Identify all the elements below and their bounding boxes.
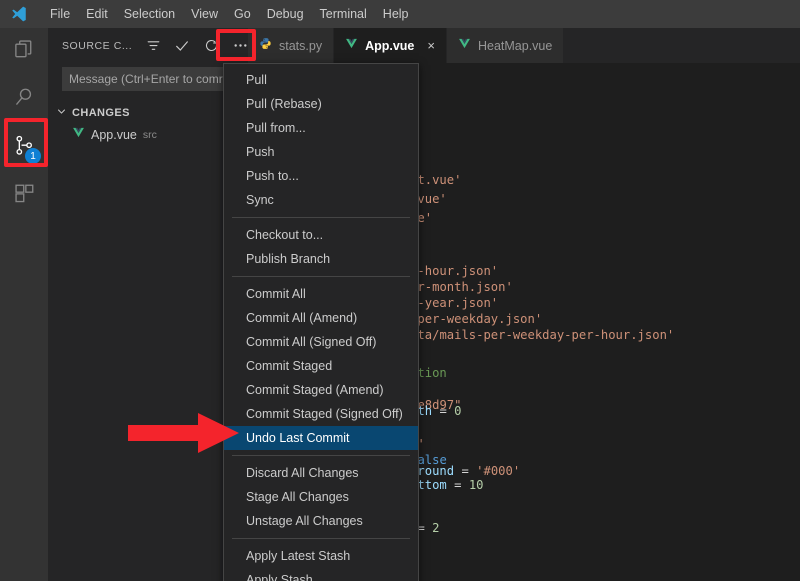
tab-label: HeatMap.vue xyxy=(478,39,552,53)
tab-heatmap-vue[interactable]: HeatMap.vue xyxy=(447,28,564,63)
menu-item-commit-all-signed-off[interactable]: Commit All (Signed Off) xyxy=(224,330,418,354)
menu-item-publish-branch[interactable]: Publish Branch xyxy=(224,247,418,271)
menu-selection[interactable]: Selection xyxy=(116,3,183,25)
vscode-logo-icon xyxy=(6,4,32,24)
tab-label: App.vue xyxy=(365,39,414,53)
change-file-dir: src xyxy=(143,129,157,141)
commit-message-placeholder: Message (Ctrl+Enter to comr xyxy=(69,72,223,86)
close-icon[interactable]: × xyxy=(427,39,435,52)
menu-view[interactable]: View xyxy=(183,3,226,25)
menu-help[interactable]: Help xyxy=(375,3,417,25)
menu-item-apply-stash[interactable]: Apply Stash... xyxy=(224,568,418,581)
source-control-badge: 1 xyxy=(25,148,41,164)
menu-item-unstage-all-changes[interactable]: Unstage All Changes xyxy=(224,509,418,533)
python-file-icon xyxy=(259,37,272,55)
filter-icon[interactable] xyxy=(144,37,162,55)
menu-go[interactable]: Go xyxy=(226,3,259,25)
menu-separator xyxy=(232,538,410,539)
activity-bar: 1 xyxy=(0,28,48,581)
code-token: = xyxy=(417,521,432,535)
code-token: 10 xyxy=(469,478,484,492)
menu-item-commit-staged[interactable]: Commit Staged xyxy=(224,354,418,378)
source-control-sidebar: SOURCE C... xyxy=(48,28,248,581)
menu-item-commit-all-amend[interactable]: Commit All (Amend) xyxy=(224,306,418,330)
menu-item-commit-staged-signed-off[interactable]: Commit Staged (Signed Off) xyxy=(224,402,418,426)
menu-item-push-to[interactable]: Push to... xyxy=(224,164,418,188)
code-token: 2 xyxy=(432,521,439,535)
code-token: './data/mails-per-weekday-per-hour.json' xyxy=(381,328,675,342)
menu-debug[interactable]: Debug xyxy=(259,3,312,25)
vue-file-icon xyxy=(72,126,85,144)
menu-item-apply-latest-stash[interactable]: Apply Latest Stash xyxy=(224,544,418,568)
menu-item-pull[interactable]: Pull xyxy=(224,68,418,92)
menu-item-undo-last-commit[interactable]: Undo Last Commit xyxy=(224,426,418,450)
source-control-actions xyxy=(144,37,249,55)
menu-item-sync[interactable]: Sync xyxy=(224,188,418,212)
git-actions-context-menu[interactable]: PullPull (Rebase)Pull from...PushPush to… xyxy=(223,63,419,581)
menu-separator xyxy=(232,276,410,277)
files-icon xyxy=(13,38,36,66)
code-token: 0 xyxy=(454,404,461,418)
vue-file-icon xyxy=(458,37,471,55)
change-file-name: App.vue xyxy=(91,128,137,142)
extensions-icon xyxy=(13,182,36,210)
tab-bar: stats.py App.vue × xyxy=(248,28,800,63)
menu-item-commit-all[interactable]: Commit All xyxy=(224,282,418,306)
chevron-down-icon xyxy=(56,106,67,120)
tab-label: stats.py xyxy=(279,39,322,53)
vue-file-icon xyxy=(345,37,358,55)
menu-bar: File Edit Selection View Go Debug Termin… xyxy=(0,0,800,28)
menu-item-pull-from[interactable]: Pull from... xyxy=(224,116,418,140)
check-icon[interactable] xyxy=(173,37,191,55)
menu-terminal[interactable]: Terminal xyxy=(312,3,375,25)
changes-section-header[interactable]: CHANGES xyxy=(48,102,248,124)
menu-item-checkout-to[interactable]: Checkout to... xyxy=(224,223,418,247)
menu-edit[interactable]: Edit xyxy=(78,3,116,25)
changes-section-label: CHANGES xyxy=(72,107,130,119)
activitybar-item-explorer[interactable] xyxy=(0,28,48,76)
vscode-window: File Edit Selection View Go Debug Termin… xyxy=(0,0,800,581)
menu-file[interactable]: File xyxy=(42,3,78,25)
activitybar-item-source-control[interactable]: 1 xyxy=(0,124,48,172)
tab-app-vue[interactable]: App.vue × xyxy=(334,28,447,63)
menu-item-discard-all-changes[interactable]: Discard All Changes xyxy=(224,461,418,485)
commit-message-input[interactable]: Message (Ctrl+Enter to comr xyxy=(62,67,238,91)
menu-item-stage-all-changes[interactable]: Stage All Changes xyxy=(224,485,418,509)
source-control-header: SOURCE C... xyxy=(48,28,248,63)
ellipsis-icon[interactable] xyxy=(231,37,249,55)
activitybar-item-search[interactable] xyxy=(0,76,48,124)
menu-separator xyxy=(232,455,410,456)
menu-separator xyxy=(232,217,410,218)
menu-item-commit-staged-amend[interactable]: Commit Staged (Amend) xyxy=(224,378,418,402)
code-token: = xyxy=(454,478,469,492)
tab-stats-py[interactable]: stats.py xyxy=(248,28,334,63)
list-item[interactable]: App.vue src xyxy=(48,124,248,146)
menu-item-pull-rebase[interactable]: Pull (Rebase) xyxy=(224,92,418,116)
menu-bar-items: File Edit Selection View Go Debug Termin… xyxy=(42,3,417,25)
search-icon xyxy=(13,86,36,114)
refresh-icon[interactable] xyxy=(202,37,220,55)
activitybar-item-extensions[interactable] xyxy=(0,172,48,220)
source-control-title: SOURCE C... xyxy=(62,40,132,52)
code-token: = xyxy=(439,404,454,418)
menu-item-push[interactable]: Push xyxy=(224,140,418,164)
